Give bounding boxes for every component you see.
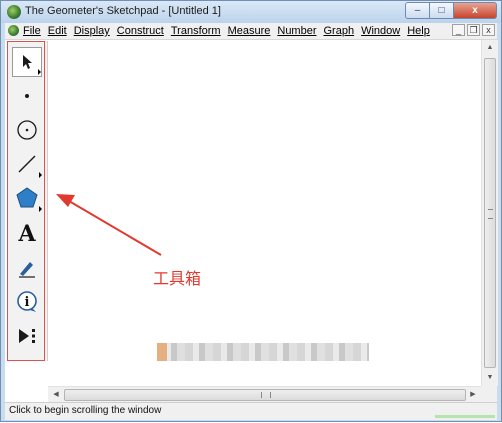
scroll-up-button[interactable]: ▲ [484,42,496,54]
status-text: Click to begin scrolling the window [9,405,162,416]
status-bar: Click to begin scrolling the window [5,402,497,420]
toolbox-annotation-label: 工具箱 [153,269,202,288]
grip-icon [488,209,493,219]
vertical-scrollbar[interactable]: ▲ ▼ [481,40,498,386]
blurred-watermark [157,343,369,361]
resize-grip[interactable] [435,415,495,418]
scroll-right-button[interactable]: ▶ [467,389,479,401]
scroll-left-button[interactable]: ◀ [50,389,62,401]
horizontal-scrollbar[interactable]: ◀ ▶ [48,386,481,403]
horizontal-scroll-thumb[interactable] [64,389,466,401]
vertical-scroll-thumb[interactable] [484,58,496,368]
scroll-down-button[interactable]: ▼ [484,372,496,384]
scrollbar-corner [481,386,497,402]
app-window: The Geometer's Sketchpad - [Untitled 1] … [0,0,502,422]
grip-icon [261,392,271,398]
